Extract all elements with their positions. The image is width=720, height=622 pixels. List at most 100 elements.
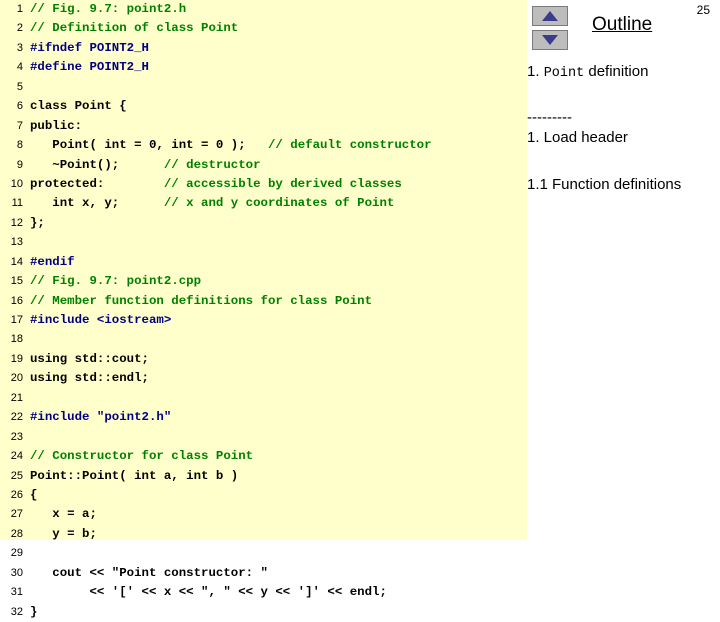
code-line: 6 class Point { [0, 97, 527, 116]
line-number: 9 [16, 158, 23, 171]
code-text: // Member function definitions for class… [30, 292, 372, 311]
line-number: 8 [16, 139, 23, 152]
outline-item-suffix: definition [584, 63, 649, 80]
code-line: 12}; [0, 214, 527, 233]
code-text: }; [30, 214, 45, 233]
code-line: 24 // Constructor for class Point [0, 447, 527, 466]
code-text: protected: // accessible by derived clas… [30, 175, 402, 194]
code-token: #define POINT2_H [30, 60, 149, 75]
code-listing-panel: 1 // Fig. 9.7: point2.h 2 // Definition of … [0, 0, 527, 619]
code-text: Point::Point( int a, int b ) [30, 467, 238, 486]
line-number: 14 [10, 255, 23, 268]
outline-item-label: 1.1 Function definitions [527, 176, 682, 193]
line-number: 2 [16, 22, 23, 35]
code-token: // destructor [163, 157, 261, 172]
code-token: { [30, 487, 38, 502]
line-number: 29 [10, 547, 23, 560]
line-number: 5 [16, 80, 23, 93]
code-line: 14 #endif [0, 253, 527, 272]
code-line: 10 protected: // accessible by derived cl… [0, 175, 527, 194]
code-token: << '[' << x << ", " << y << ']' << endl; [30, 585, 387, 600]
code-line: 15 // Fig. 9.7: point2.cpp [0, 272, 527, 291]
line-number: 20 [10, 372, 23, 385]
code-text: using std::endl; [30, 369, 149, 388]
outline-divider-text: --------- [527, 109, 572, 126]
outline-scroll-buttons [532, 6, 570, 54]
code-line: 2 // Definition of class Point [0, 19, 527, 38]
code-text: cout << "Point constructor: " [30, 564, 268, 583]
code-line: 20 using std::endl; [0, 369, 527, 388]
code-text: #define POINT2_H [30, 58, 149, 77]
code-text: x = a; [30, 505, 97, 524]
code-text: // Fig. 9.7: point2.h [30, 0, 186, 19]
code-token: y = b; [30, 526, 97, 541]
code-line: 3 #ifndef POINT2_H [0, 39, 527, 58]
line-number: 16 [10, 294, 23, 307]
line-number: 25 [10, 469, 23, 482]
code-token: class Point { [30, 99, 127, 114]
line-number: 7 [16, 119, 23, 132]
code-text: Point( int = 0, int = 0 ); // default co… [30, 136, 431, 155]
code-text: ~Point(); // destructor [30, 156, 261, 175]
outline-item-load-header[interactable]: 1. Load header [527, 128, 717, 147]
code-line: 26 { [0, 486, 527, 505]
code-text: // Definition of class Point [30, 19, 238, 38]
code-line: 25 Point::Point( int a, int b ) [0, 467, 527, 486]
code-line: 32} [0, 603, 527, 622]
code-token: // accessible by derived classes [163, 176, 402, 191]
triangle-up-icon [542, 11, 558, 21]
slide-canvas: 1 // Fig. 9.7: point2.h 2 // Definition of … [0, 0, 720, 619]
code-token: // x and y coordinates of Point [163, 196, 395, 211]
code-token: #endif [30, 254, 75, 269]
line-number: 32 [10, 605, 23, 618]
code-text: << '[' << x << ", " << y << ']' << endl; [30, 583, 387, 602]
code-text: class Point { [30, 97, 127, 116]
outline-item-label: 1. Load header [527, 129, 628, 146]
code-line: 5 [0, 78, 527, 97]
line-number: 13 [10, 236, 23, 249]
outline-item-mono: Point [543, 66, 585, 81]
line-number: 19 [10, 352, 23, 365]
code-text: #endif [30, 253, 75, 272]
line-number: 27 [10, 508, 23, 521]
line-number: 4 [16, 61, 23, 74]
code-text: y = b; [30, 525, 97, 544]
code-token: } [30, 604, 38, 619]
outline-item-function-definitions[interactable]: 1.1 Function definitions [527, 175, 717, 194]
triangle-down-icon [542, 35, 558, 45]
code-text: public: [30, 117, 82, 136]
code-token: }; [30, 215, 45, 230]
code-token: // Fig. 9.7: point2.cpp [30, 274, 202, 289]
code-line: 11 int x, y; // x and y coordinates of P… [0, 194, 527, 213]
code-line: 22 #include "point2.h" [0, 408, 527, 427]
outline-title: Outline [592, 14, 653, 35]
outline-item-prefix: 1. [527, 63, 544, 80]
code-token: // Fig. 9.7: point2.h [30, 2, 187, 16]
scroll-up-button[interactable] [532, 6, 568, 26]
code-line: 28 y = b; [0, 525, 527, 544]
outline-item-point-definition[interactable]: 1. Point definition [527, 62, 717, 83]
code-token: public: [30, 118, 83, 133]
code-line: 13 [0, 233, 527, 252]
code-text: #ifndef POINT2_H [30, 39, 149, 58]
line-number: 17 [10, 314, 23, 326]
code-lines: 1 // Fig. 9.7: point2.h 2 // Definition of … [0, 0, 527, 622]
line-number: 26 [10, 488, 23, 501]
code-line: 4 #define POINT2_H [0, 58, 527, 77]
code-token: using std::cout; [30, 351, 149, 366]
code-token: // Definition of class Point [30, 21, 239, 36]
code-line: 19 using std::cout; [0, 350, 527, 369]
line-number: 31 [10, 586, 23, 599]
code-line: 29 [0, 544, 527, 563]
line-number: 30 [10, 566, 23, 579]
code-line: 27 x = a; [0, 505, 527, 524]
code-token: #include <iostream> [30, 313, 172, 327]
code-token: ~Point(); [30, 157, 164, 172]
line-number: 21 [10, 391, 23, 404]
code-token: Point( int = 0, int = 0 ); [30, 138, 268, 153]
scroll-down-button[interactable] [532, 30, 568, 50]
outline-panel: Outline 1. Point definition --------- 1.… [527, 0, 720, 540]
line-number: 22 [10, 411, 23, 424]
code-line: 9 ~Point(); // destructor [0, 156, 527, 175]
code-text: // Constructor for class Point [30, 447, 253, 466]
